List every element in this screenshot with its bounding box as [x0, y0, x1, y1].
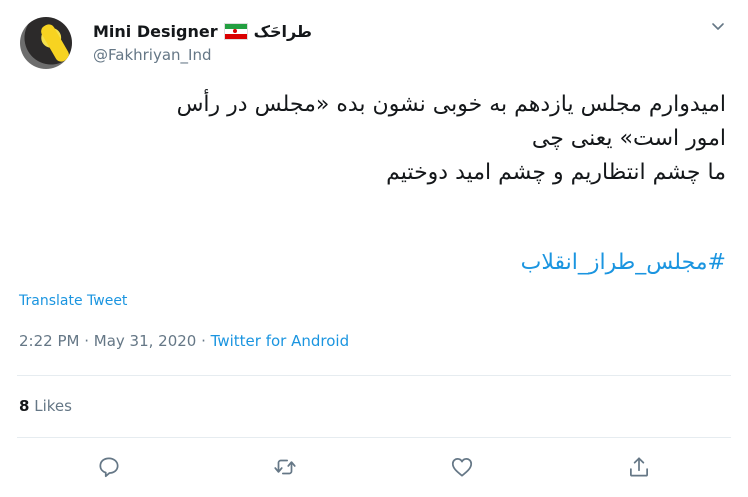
share-icon[interactable] [626, 454, 652, 480]
divider [17, 375, 731, 376]
tweet-line: امیدوارم مجلس یازدهم به خوبی نشون بده «م… [176, 92, 726, 117]
tweet-meta: 2:22 PM · May 31, 2020 · Twitter for And… [19, 332, 349, 350]
author-name-row[interactable]: Mini Designer طراحَک [93, 20, 312, 42]
meta-separator: · [79, 332, 94, 350]
tweet-actions [0, 454, 748, 480]
tweet-source-link[interactable]: Twitter for Android [211, 332, 349, 350]
heart-icon[interactable] [449, 454, 475, 480]
iran-flag-icon [223, 22, 248, 40]
avatar[interactable] [20, 17, 72, 69]
likes-count: 8 [19, 397, 30, 415]
divider [17, 437, 731, 438]
meta-separator: · [196, 332, 211, 350]
user-handle[interactable]: @Fakhriyan_Ind [93, 46, 212, 64]
chevron-down-icon[interactable] [711, 20, 725, 34]
tweet-text: امیدوارم مجلس یازدهم به خوبی نشون بده «م… [18, 88, 726, 190]
translate-tweet-link[interactable]: Translate Tweet [19, 293, 127, 309]
tweet-time[interactable]: 2:22 PM [19, 332, 79, 350]
tweet-line: امور است» یعنی چی [531, 126, 726, 151]
hashtag-link[interactable]: #مجلس_طراز_انقلاب [18, 250, 726, 275]
display-name[interactable]: Mini Designer [93, 22, 218, 41]
reply-icon[interactable] [96, 454, 122, 480]
tweet-date[interactable]: May 31, 2020 [94, 332, 197, 350]
retweet-icon[interactable] [272, 454, 298, 480]
likes-stat[interactable]: 8 Likes [19, 397, 72, 415]
likes-label: Likes [34, 397, 72, 415]
display-name-fa[interactable]: طراحَک [254, 22, 312, 41]
tweet-line: ما چشم انتظاریم و چشم امید دوختیم [386, 160, 726, 185]
